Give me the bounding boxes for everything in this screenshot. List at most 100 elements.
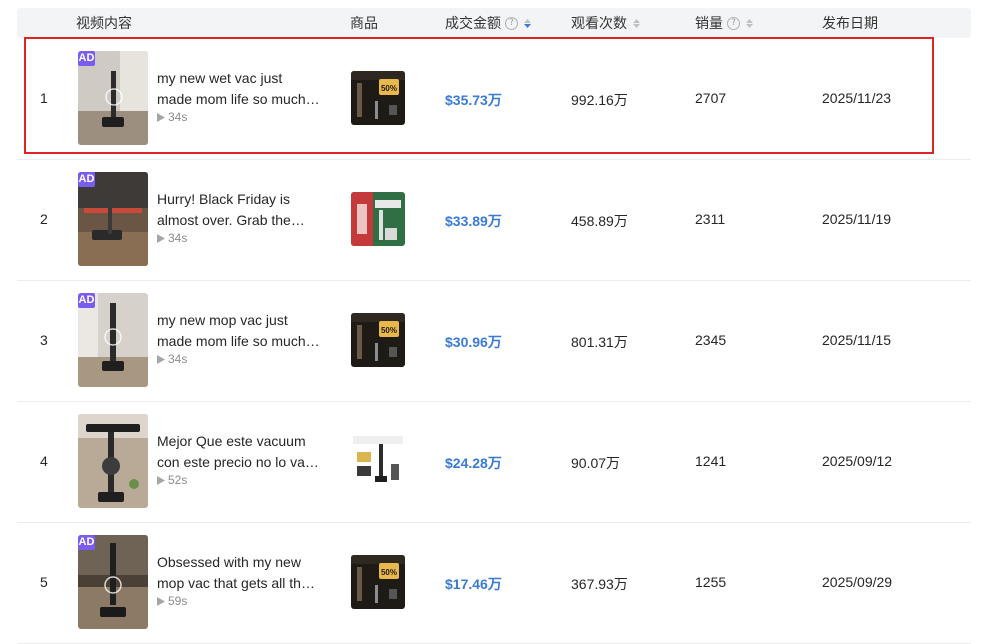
- video-thumbnail[interactable]: AD: [78, 535, 148, 629]
- view-count: 458.89万: [571, 213, 628, 229]
- video-duration: 34s: [157, 110, 187, 124]
- video-title-line: con este precio no lo va…: [157, 454, 319, 470]
- table-row[interactable]: 3 AD my new mop vac just made mom life s…: [17, 280, 971, 402]
- video-title[interactable]: Hurry! Black Friday is almost over. Grab…: [157, 189, 322, 231]
- video-title-line: almost over. Grab the…: [157, 212, 305, 228]
- video-duration: 34s: [157, 231, 187, 245]
- ad-badge: AD: [78, 535, 95, 550]
- view-count: 367.93万: [571, 576, 628, 592]
- table-row[interactable]: 4 Mejor Que este vacuum con este precio …: [17, 401, 971, 523]
- publish-date: 2025/11/19: [822, 211, 892, 227]
- video-thumbnail[interactable]: AD: [78, 293, 148, 387]
- row-index: 4: [40, 453, 48, 469]
- video-title-line: made mom life so much…: [157, 91, 320, 107]
- header-views-label: 观看次数: [571, 15, 627, 31]
- video-title[interactable]: Obsessed with my new mop vac that gets a…: [157, 552, 322, 594]
- table-row[interactable]: 1 AD my new wet vac just made mom life s…: [17, 38, 971, 160]
- product-image: 50%: [351, 555, 405, 609]
- ad-badge: AD: [78, 293, 95, 308]
- ad-badge: AD: [78, 51, 95, 66]
- help-icon[interactable]: ?: [505, 16, 518, 30]
- gmv-amount[interactable]: $30.96万: [445, 332, 502, 352]
- video-thumbnail[interactable]: AD: [78, 172, 148, 266]
- row-index: 5: [40, 574, 48, 590]
- gmv-amount[interactable]: $35.73万: [445, 90, 502, 110]
- video-title[interactable]: my new mop vac just made mom life so muc…: [157, 310, 322, 352]
- video-title-line: my new mop vac just: [157, 312, 288, 328]
- help-icon[interactable]: ?: [727, 16, 740, 30]
- product-thumbnail[interactable]: 50%: [351, 71, 405, 125]
- row-index: 1: [40, 90, 48, 106]
- header-sales-label: 销量: [695, 15, 723, 31]
- publish-date: 2025/11/15: [822, 332, 892, 348]
- sales-count: 2311: [695, 211, 726, 227]
- product-image: [351, 434, 405, 488]
- gmv-amount[interactable]: $17.46万: [445, 574, 502, 594]
- svg-text:50%: 50%: [381, 84, 397, 93]
- sort-icon[interactable]: [524, 18, 531, 28]
- video-title[interactable]: Mejor Que este vacuum con este precio no…: [157, 431, 322, 473]
- view-count: 90.07万: [571, 455, 621, 471]
- video-title-line: Mejor Que este vacuum: [157, 433, 306, 449]
- sales-count: 2345: [695, 332, 727, 348]
- row-index: 2: [40, 211, 48, 227]
- play-icon: [157, 354, 165, 364]
- publish-date: 2025/09/12: [822, 453, 893, 469]
- table-row[interactable]: 5 AD Obsessed with my new mop vac that g…: [17, 522, 971, 644]
- duration-label: 34s: [168, 110, 188, 124]
- product-image: 50%: [351, 313, 405, 367]
- header-gmv[interactable]: 成交金额 ?: [445, 8, 531, 38]
- play-icon: [157, 233, 165, 243]
- product-thumbnail[interactable]: 50%: [351, 555, 405, 609]
- product-thumbnail[interactable]: [351, 434, 405, 488]
- product-thumbnail[interactable]: [351, 192, 405, 246]
- header-views[interactable]: 观看次数: [571, 8, 640, 38]
- video-thumbnail[interactable]: AD: [78, 51, 148, 145]
- header-video-content: 视频内容: [76, 8, 132, 38]
- sort-icon[interactable]: [633, 18, 640, 28]
- video-title-line: my new wet vac just: [157, 70, 283, 86]
- table-row[interactable]: 2 AD Hurry! Black Friday is almost over.…: [17, 159, 971, 281]
- row-index: 3: [40, 332, 48, 348]
- table-header: 视频内容 商品 成交金额 ? 观看次数 销量 ? 发布日期: [17, 8, 971, 38]
- duration-label: 34s: [168, 231, 188, 245]
- product-image: 50%: [351, 71, 405, 125]
- ranking-table: 视频内容 商品 成交金额 ? 观看次数 销量 ? 发布日期 1 AD my ne…: [17, 8, 971, 644]
- play-icon: [157, 112, 165, 122]
- sales-count: 1241: [695, 453, 727, 469]
- header-product: 商品: [350, 8, 378, 38]
- svg-text:50%: 50%: [381, 568, 397, 577]
- sales-count: 1255: [695, 574, 727, 590]
- video-duration: 52s: [157, 473, 187, 487]
- sales-count: 2707: [695, 90, 727, 106]
- product-image: [351, 192, 405, 246]
- video-title-line: Obsessed with my new: [157, 554, 301, 570]
- view-count: 801.31万: [571, 334, 628, 350]
- view-count: 992.16万: [571, 92, 628, 108]
- svg-text:50%: 50%: [381, 326, 397, 335]
- header-publish-date-label: 发布日期: [822, 15, 878, 31]
- play-icon: [157, 475, 165, 485]
- video-title-line: Hurry! Black Friday is: [157, 191, 291, 207]
- play-icon: [157, 596, 165, 606]
- duration-label: 59s: [168, 594, 188, 608]
- product-thumbnail[interactable]: 50%: [351, 313, 405, 367]
- video-thumbnail[interactable]: [78, 414, 148, 508]
- header-product-label: 商品: [350, 15, 378, 31]
- duration-label: 52s: [168, 473, 188, 487]
- header-gmv-label: 成交金额: [445, 15, 501, 31]
- duration-label: 34s: [168, 352, 188, 366]
- video-title[interactable]: my new wet vac just made mom life so muc…: [157, 68, 322, 110]
- header-sales[interactable]: 销量 ?: [695, 8, 753, 38]
- video-duration: 34s: [157, 352, 187, 366]
- gmv-amount[interactable]: $24.28万: [445, 453, 502, 473]
- gmv-amount[interactable]: $33.89万: [445, 211, 502, 231]
- video-title-line: mop vac that gets all th…: [157, 575, 315, 591]
- ad-badge: AD: [78, 172, 95, 187]
- sort-icon[interactable]: [746, 18, 753, 28]
- header-publish-date: 发布日期: [822, 8, 878, 38]
- header-video-content-label: 视频内容: [76, 15, 132, 31]
- video-duration: 59s: [157, 594, 187, 608]
- publish-date: 2025/11/23: [822, 90, 892, 106]
- video-thumbnail-image: [78, 414, 148, 508]
